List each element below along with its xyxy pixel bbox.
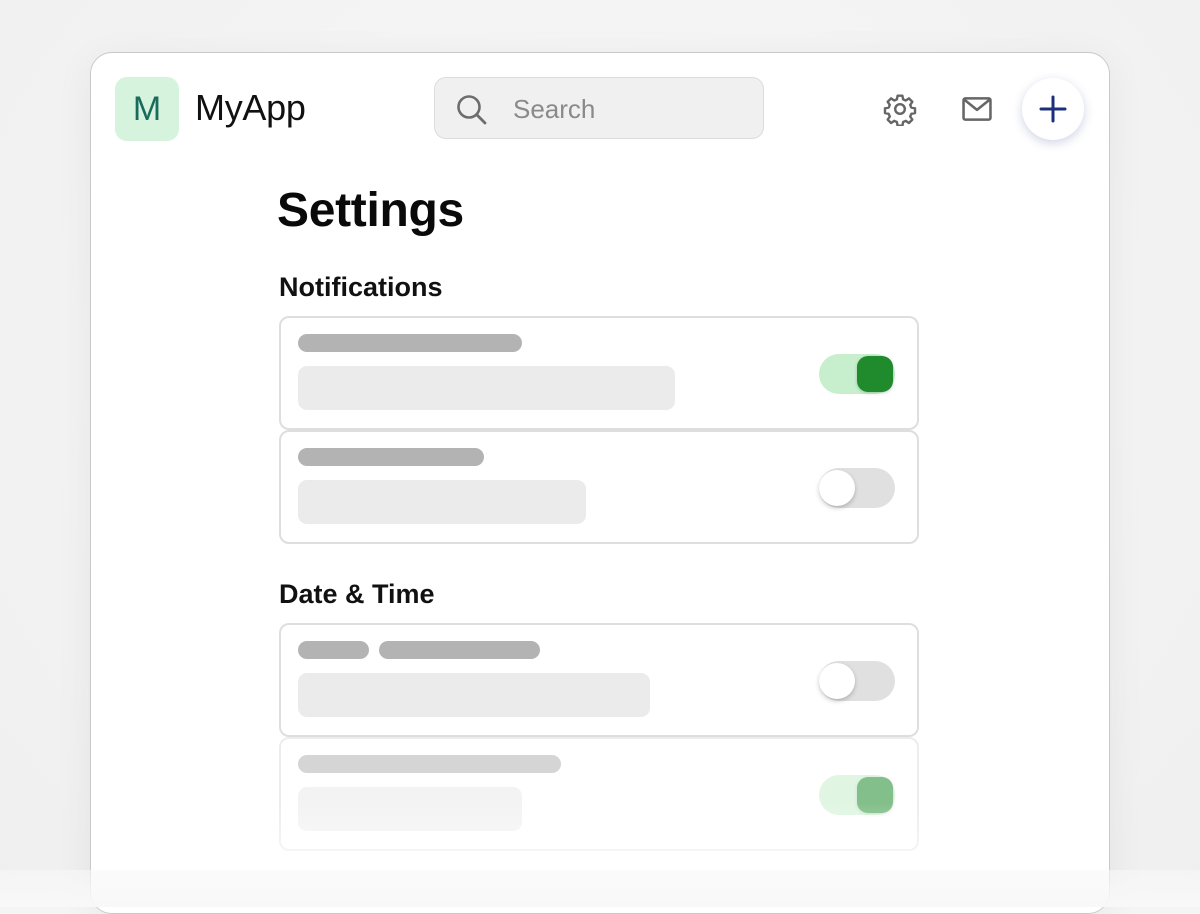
toggle-knob [857, 356, 893, 392]
toggle-knob [819, 470, 855, 506]
search-input[interactable] [511, 92, 745, 126]
settings-row [279, 316, 919, 430]
app-title: MyApp [195, 87, 306, 128]
logo-letter: M [132, 89, 162, 128]
toggle-knob [819, 663, 855, 699]
mail-icon [962, 97, 992, 121]
mail-button[interactable] [955, 87, 999, 131]
settings-row [279, 737, 919, 851]
plus-icon [1039, 95, 1067, 123]
row-description-placeholder [298, 673, 650, 717]
row-description-placeholder [298, 480, 586, 524]
add-button[interactable] [1022, 78, 1084, 140]
row-title-placeholder [379, 641, 540, 659]
row-title-placeholder [298, 641, 369, 659]
row-title-placeholder [298, 448, 484, 466]
section-heading-date-time: Date & Time [279, 579, 435, 609]
row-description-placeholder [298, 787, 522, 831]
toggle-switch[interactable] [819, 661, 895, 701]
toggle-knob [857, 777, 893, 813]
gear-icon [883, 94, 917, 126]
row-description-placeholder [298, 366, 675, 410]
row-title-placeholder [298, 334, 522, 352]
search-box[interactable] [434, 77, 764, 139]
app-logo[interactable]: M [115, 77, 179, 141]
row-title-placeholder [298, 755, 561, 773]
toggle-switch[interactable] [819, 354, 895, 394]
section-heading-notifications: Notifications [279, 272, 443, 302]
settings-row [279, 623, 919, 737]
search-icon [457, 95, 487, 125]
settings-row [279, 430, 919, 544]
toggle-switch[interactable] [819, 775, 895, 815]
toggle-switch[interactable] [819, 468, 895, 508]
page-title: Settings [277, 184, 464, 237]
settings-button[interactable] [878, 87, 922, 131]
app-window: M MyApp Settings Notifications [90, 52, 1110, 914]
